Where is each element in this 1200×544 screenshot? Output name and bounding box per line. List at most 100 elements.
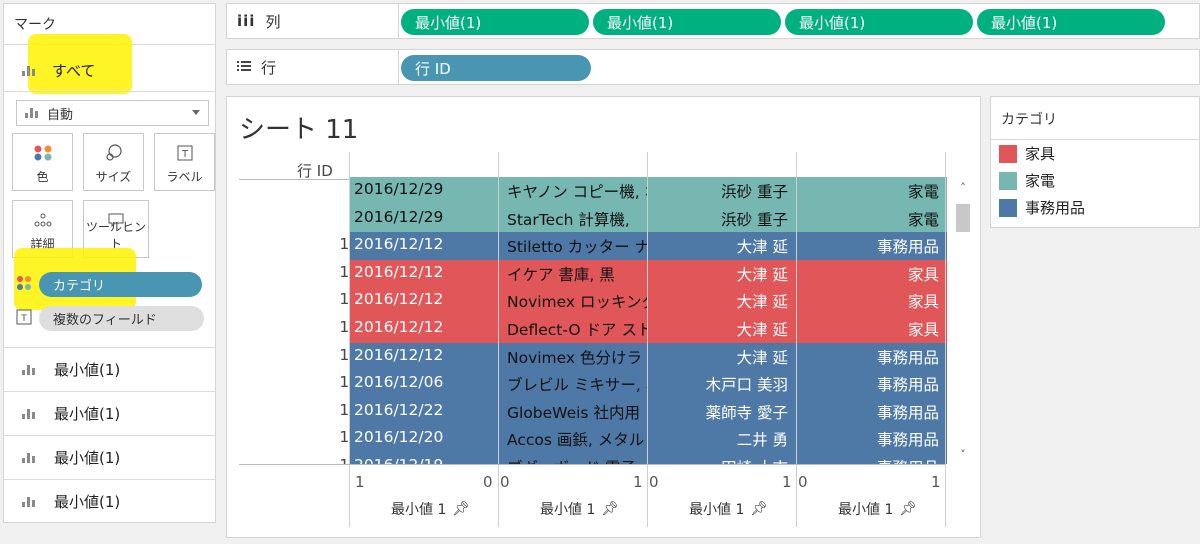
column-pill-4[interactable]: 最小値(1) [977, 9, 1165, 35]
detail-icon [13, 211, 72, 229]
columns-shelf-label: iii 列 [227, 4, 399, 38]
customer-cell: 木戸口 美羽 [648, 370, 796, 398]
mark-type-value: 自動 [47, 107, 74, 123]
bar-chart-icon [22, 408, 36, 419]
label-icon: T [16, 309, 32, 329]
product-cell: Novimex 色分けラ [499, 342, 647, 371]
category-color-pill[interactable]: カテゴリ [39, 272, 202, 297]
axis-4-title[interactable]: 最小値 1 📌︎ [838, 499, 917, 519]
legend-item-office[interactable]: 事務用品 [999, 197, 1085, 218]
divider [647, 152, 648, 527]
category-cell: 家電 [797, 204, 947, 233]
table-row[interactable]: 272016/12/29StarTech 計算機,浜砂 重子家電 [239, 204, 949, 233]
measure-tab-1[interactable]: 最小値(1) [4, 347, 215, 391]
date-cell: 2016/12/12 [350, 342, 498, 371]
label-field-row: T [16, 306, 32, 332]
column-pill-1[interactable]: 最小値(1) [401, 9, 589, 35]
column-pill-label: 最小値(1) [415, 13, 482, 32]
column-pill-2[interactable]: 最小値(1) [593, 9, 781, 35]
legend-item-furniture[interactable]: 家具 [999, 143, 1055, 164]
customer-cell: 大津 延 [648, 315, 796, 343]
multiple-fields-pill-label: 複数のフィールド [53, 313, 157, 328]
date-cell: 2016/12/29 [350, 204, 498, 233]
product-cell: キヤノン コピー機, ホ [499, 177, 647, 205]
divider [349, 152, 350, 527]
axis-title-text: 最小値 1 [540, 502, 596, 518]
marks-card: マーク すべて 自動 色 サイズ T ラベル 詳細 ツールヒント カテゴリ T … [3, 3, 216, 523]
category-cell: 事務用品 [797, 397, 947, 426]
label-button[interactable]: T ラベル [154, 133, 215, 191]
date-cell: 2016/12/12 [350, 315, 498, 343]
table-row[interactable]: 1022016/12/12Novimex ロッキング大津 延家具 [239, 287, 949, 315]
product-cell: GlobeWeis 社内用 [499, 397, 647, 426]
legend-title: カテゴリ [1001, 112, 1057, 128]
axis-1-max: 0 [483, 473, 493, 491]
legend-item-appliance[interactable]: 家電 [999, 170, 1055, 191]
table-row[interactable]: 1012016/12/12イケア 書庫, 黒大津 延家具 [239, 259, 949, 288]
table-row[interactable]: 1702016/12/20Accos 画鋲, メタル二井 勇事務用品 [239, 425, 949, 453]
axis-2-max: 1 [633, 473, 643, 491]
axis-2-title[interactable]: 最小値 1 📌︎ [540, 499, 619, 519]
product-cell: StarTech 計算機, [499, 204, 647, 233]
date-cell: 2016/12/12 [350, 232, 498, 260]
color-field-row [16, 272, 32, 298]
size-icon [84, 144, 143, 162]
multiple-fields-pill[interactable]: 複数のフィールド [39, 306, 204, 331]
axis-3-title[interactable]: 最小値 1 📌︎ [689, 499, 768, 519]
table-row[interactable]: 1002016/12/12Stiletto カッター ナ大津 延事務用品 [239, 232, 949, 260]
color-button-label: 色 [36, 170, 49, 184]
customer-cell: 大津 延 [648, 342, 796, 371]
measure-tab-2[interactable]: 最小値(1) [4, 391, 215, 435]
customer-cell: 大津 延 [648, 287, 796, 315]
column-pill-label: 最小値(1) [607, 13, 674, 32]
table-row[interactable]: 262016/12/29キヤノン コピー機, ホ浜砂 重子家電 [239, 177, 949, 205]
product-cell: Deflect-O ドア スト [499, 315, 647, 343]
table-row[interactable]: 1852016/12/19ブギーボード 電子田崎 大志事務用品 [239, 453, 949, 464]
pin-icon: 📌︎ [750, 501, 769, 517]
customer-cell: 浜砂 重子 [648, 177, 796, 205]
size-button[interactable]: サイズ [83, 133, 144, 191]
customer-cell: 大津 延 [648, 232, 796, 260]
scrollbar-thumb[interactable] [956, 204, 970, 232]
legend-item-label: 事務用品 [1025, 199, 1086, 217]
product-cell: Stiletto カッター ナ [499, 232, 647, 260]
marks-all-tab[interactable]: すべて [22, 60, 95, 81]
axis-3-max: 1 [782, 473, 792, 491]
axis-title-text: 最小値 1 [838, 502, 894, 518]
product-cell: イケア 書庫, 黒 [499, 259, 647, 288]
scroll-up-icon[interactable]: ˄ [955, 181, 971, 197]
label-icon: T [155, 144, 214, 162]
measure-tab-label: 最小値(1) [54, 405, 121, 423]
divider [4, 91, 215, 92]
date-cell: 2016/12/29 [350, 177, 498, 205]
color-button[interactable]: 色 [12, 133, 73, 191]
category-cell: 事務用品 [797, 425, 947, 453]
axis-1-title[interactable]: 最小値 1 📌︎ [391, 499, 470, 519]
legend-item-label: 家電 [1025, 172, 1056, 190]
table-row[interactable]: 1042016/12/12Novimex 色分けラ大津 延事務用品 [239, 342, 949, 371]
svg-text:T: T [20, 314, 27, 324]
customer-cell: 二井 勇 [648, 425, 796, 453]
measure-tab-3[interactable]: 最小値(1) [4, 435, 215, 479]
product-cell: Novimex ロッキング [499, 287, 647, 315]
category-cell: 事務用品 [797, 342, 947, 371]
category-cell: 事務用品 [797, 370, 947, 398]
vertical-scrollbar[interactable]: ˄ ˅ [953, 181, 973, 464]
table-row[interactable]: 1672016/12/22GlobeWeis 社内用薬師寺 愛子事務用品 [239, 397, 949, 426]
table-row[interactable]: 1212016/12/06ブレビル ミキサー, 黒木戸口 美羽事務用品 [239, 370, 949, 398]
data-table: 262016/12/29キヤノン コピー機, ホ浜砂 重子家電272016/12… [239, 177, 949, 464]
chevron-down-icon [192, 110, 200, 115]
row-pill-1[interactable]: 行 ID [401, 55, 591, 81]
axis-title-text: 最小値 1 [391, 502, 447, 518]
axis-1-min: 1 [355, 473, 365, 491]
category-cell: 家具 [797, 287, 947, 315]
rows-shelf-label: 行 [227, 50, 399, 84]
column-pill-3[interactable]: 最小値(1) [785, 9, 973, 35]
measure-tab-4[interactable]: 最小値(1) [4, 479, 215, 523]
mark-type-dropdown[interactable]: 自動 [16, 100, 209, 126]
worksheet: シート 11 行 ID 262016/12/29キヤノン コピー機, ホ浜砂 重… [226, 96, 981, 538]
divider [991, 139, 1199, 140]
table-row[interactable]: 1032016/12/12Deflect-O ドア スト大津 延家具 [239, 315, 949, 343]
scroll-down-icon[interactable]: ˅ [955, 448, 971, 464]
divider [239, 464, 945, 465]
